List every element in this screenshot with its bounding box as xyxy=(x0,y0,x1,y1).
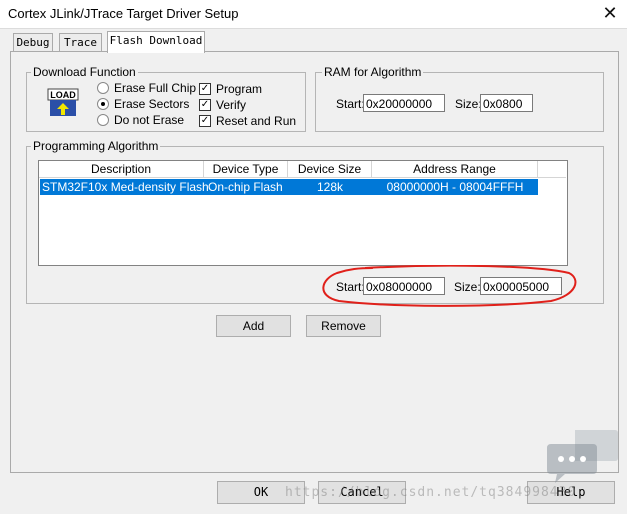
checkbox-reset-and-run[interactable]: ✓ xyxy=(199,115,211,127)
radio-do-not-erase[interactable] xyxy=(97,114,109,126)
column-header-device-type[interactable]: Device Type xyxy=(204,161,288,178)
radio-do-not-erase-label: Do not Erase xyxy=(114,113,185,127)
column-header-description[interactable]: Description xyxy=(39,161,204,178)
watermark-text: https://blog.csdn.net/tq384998430 xyxy=(285,485,577,500)
column-header-device-size[interactable]: Device Size xyxy=(288,161,372,178)
checkbox-reset-and-run-label: Reset and Run xyxy=(216,114,297,128)
remove-button[interactable]: Remove xyxy=(306,315,381,337)
ram-legend: RAM for Algorithm xyxy=(322,65,424,79)
chat-bubble-icon xyxy=(547,430,618,483)
load-icon-text: LOAD xyxy=(50,90,76,100)
tab-debug[interactable]: Debug xyxy=(13,33,53,52)
checkbox-program[interactable]: ✓ xyxy=(199,83,211,95)
ram-start-input[interactable]: 0x20000000 xyxy=(363,94,445,112)
row-description: STM32F10x Med-density Flash xyxy=(42,180,209,194)
programming-algorithm-legend: Programming Algorithm xyxy=(31,139,161,153)
column-header-address-range[interactable]: Address Range xyxy=(372,161,538,178)
checkbox-verify[interactable]: ✓ xyxy=(199,99,211,111)
table-row[interactable]: STM32F10x Med-density Flash On-chip Flas… xyxy=(40,179,538,195)
algorithm-list[interactable]: Description Device Type Device Size Addr… xyxy=(38,160,568,266)
radio-erase-full-chip[interactable] xyxy=(97,82,109,94)
row-device-type: On-chip Flash xyxy=(208,180,283,194)
radio-erase-full-chip-label: Erase Full Chip xyxy=(114,81,197,95)
row-address-range: 08000000H - 08004FFFH xyxy=(386,180,524,194)
ram-size-input[interactable]: 0x0800 xyxy=(480,94,533,112)
close-icon[interactable]: ✕ xyxy=(600,2,620,24)
column-header-filler xyxy=(538,161,566,178)
tab-flash-download[interactable]: Flash Download xyxy=(107,31,205,53)
window-title: Cortex JLink/JTrace Target Driver Setup xyxy=(8,6,239,21)
radio-erase-sectors-label: Erase Sectors xyxy=(114,97,190,111)
radio-erase-sectors[interactable] xyxy=(97,98,109,110)
load-icon: LOAD xyxy=(47,88,79,116)
ram-start-label: Start: xyxy=(336,97,365,111)
annotation-ellipse xyxy=(322,265,577,307)
ram-size-label: Size: xyxy=(455,97,482,111)
tab-trace[interactable]: Trace xyxy=(59,33,102,52)
row-device-size: 128k xyxy=(316,180,344,194)
download-function-legend: Download Function xyxy=(31,65,138,79)
add-button[interactable]: Add xyxy=(216,315,291,337)
checkbox-program-label: Program xyxy=(216,82,263,96)
checkbox-verify-label: Verify xyxy=(216,98,247,112)
